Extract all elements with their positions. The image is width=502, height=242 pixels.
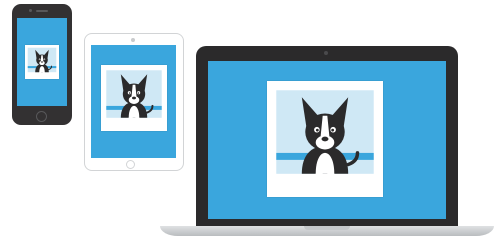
- phone-camera: [29, 9, 32, 12]
- laptop-device: [196, 46, 458, 226]
- dog-photo-tablet: [101, 65, 167, 131]
- dog-photo-phone: [25, 45, 59, 79]
- dog-illustration: [25, 45, 59, 79]
- dog-photo-laptop: [267, 81, 383, 197]
- tablet-device: [84, 33, 184, 171]
- phone-home-button: [36, 111, 47, 122]
- phone-screen: [17, 18, 67, 106]
- laptop-base: [160, 226, 494, 236]
- dog-illustration: [101, 65, 167, 131]
- device-scene: [0, 0, 502, 242]
- tablet-screen: [91, 45, 176, 158]
- phone-device: [12, 4, 72, 125]
- laptop-notch: [304, 226, 350, 230]
- tablet-camera: [131, 38, 135, 42]
- dog-illustration: [267, 81, 383, 197]
- laptop-screen: [208, 61, 446, 219]
- phone-speaker: [36, 10, 48, 12]
- tablet-home-button: [126, 160, 135, 169]
- laptop-camera: [324, 51, 328, 55]
